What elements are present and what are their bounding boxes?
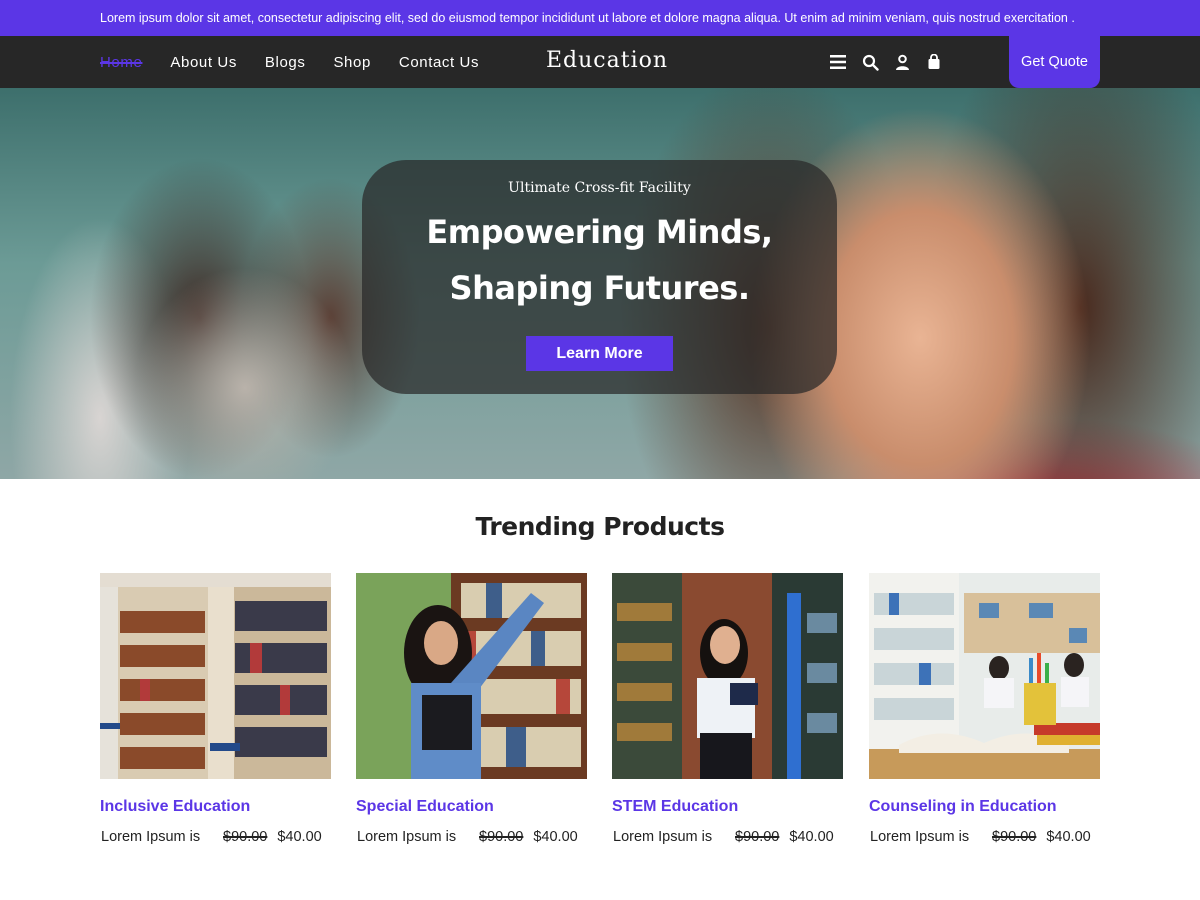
product-card[interactable]: Special Education Lorem Ipsum is $90.00 … <box>356 573 587 845</box>
product-price: $40.00 <box>1046 829 1091 845</box>
product-title[interactable]: STEM Education <box>612 798 843 816</box>
hero-content-box: Ultimate Cross-fit Facility Empowering M… <box>362 160 837 394</box>
hero-banner: Ultimate Cross-fit Facility Empowering M… <box>0 88 1200 479</box>
product-image[interactable] <box>612 573 843 779</box>
hero-title-line-1: Empowering Minds, <box>426 213 773 251</box>
product-meta: Lorem Ipsum is $90.00 $40.00 <box>100 829 331 845</box>
nav-link-shop[interactable]: Shop <box>333 54 370 71</box>
product-price: $40.00 <box>533 829 578 845</box>
product-old-price: $90.00 <box>479 829 524 845</box>
announcement-bar: Lorem ipsum dolor sit amet, consectetur … <box>0 0 1200 36</box>
announcement-text: Lorem ipsum dolor sit amet, consectetur … <box>100 11 1075 25</box>
product-title[interactable]: Special Education <box>356 798 587 816</box>
product-meta: Lorem Ipsum is $90.00 $40.00 <box>869 829 1100 845</box>
product-image[interactable] <box>100 573 331 779</box>
product-old-price: $90.00 <box>735 829 780 845</box>
product-card[interactable]: STEM Education Lorem Ipsum is $90.00 $40… <box>612 573 843 845</box>
hero-title-line-2: Shaping Futures. <box>449 269 750 307</box>
hero-title: Empowering Minds, Shaping Futures. <box>362 204 837 316</box>
nav-link-about-us[interactable]: About Us <box>170 54 237 71</box>
nav-icon-group <box>828 36 944 88</box>
nav-link-contact-us[interactable]: Contact Us <box>399 54 479 71</box>
menu-icon[interactable] <box>828 52 848 72</box>
product-desc: Lorem Ipsum is <box>357 829 457 845</box>
product-card[interactable]: Inclusive Education Lorem Ipsum is $90.0… <box>100 573 331 845</box>
product-title[interactable]: Counseling in Education <box>869 798 1100 816</box>
product-price: $40.00 <box>789 829 834 845</box>
hero-eyebrow: Ultimate Cross-fit Facility <box>508 180 691 196</box>
product-desc: Lorem Ipsum is <box>101 829 201 845</box>
nav-link-blogs[interactable]: Blogs <box>265 54 306 71</box>
bag-icon[interactable] <box>924 52 944 72</box>
site-logo[interactable]: Education <box>546 48 668 73</box>
product-price: $40.00 <box>277 829 322 845</box>
nav-links: Home About Us Blogs Shop Contact Us <box>100 36 507 88</box>
product-meta: Lorem Ipsum is $90.00 $40.00 <box>356 829 587 845</box>
product-image[interactable] <box>869 573 1100 779</box>
product-desc: Lorem Ipsum is <box>613 829 713 845</box>
nav-link-home[interactable]: Home <box>100 54 142 71</box>
product-title[interactable]: Inclusive Education <box>100 798 331 816</box>
section-title: Trending Products <box>475 512 725 541</box>
user-icon[interactable] <box>892 52 912 72</box>
product-image[interactable] <box>356 573 587 779</box>
product-meta: Lorem Ipsum is $90.00 $40.00 <box>612 829 843 845</box>
product-old-price: $90.00 <box>992 829 1037 845</box>
product-desc: Lorem Ipsum is <box>870 829 970 845</box>
learn-more-button[interactable]: Learn More <box>526 336 673 371</box>
search-icon[interactable] <box>860 52 880 72</box>
product-card[interactable]: Counseling in Education Lorem Ipsum is $… <box>869 573 1100 845</box>
get-quote-button[interactable]: Get Quote <box>1009 36 1100 88</box>
product-old-price: $90.00 <box>223 829 268 845</box>
